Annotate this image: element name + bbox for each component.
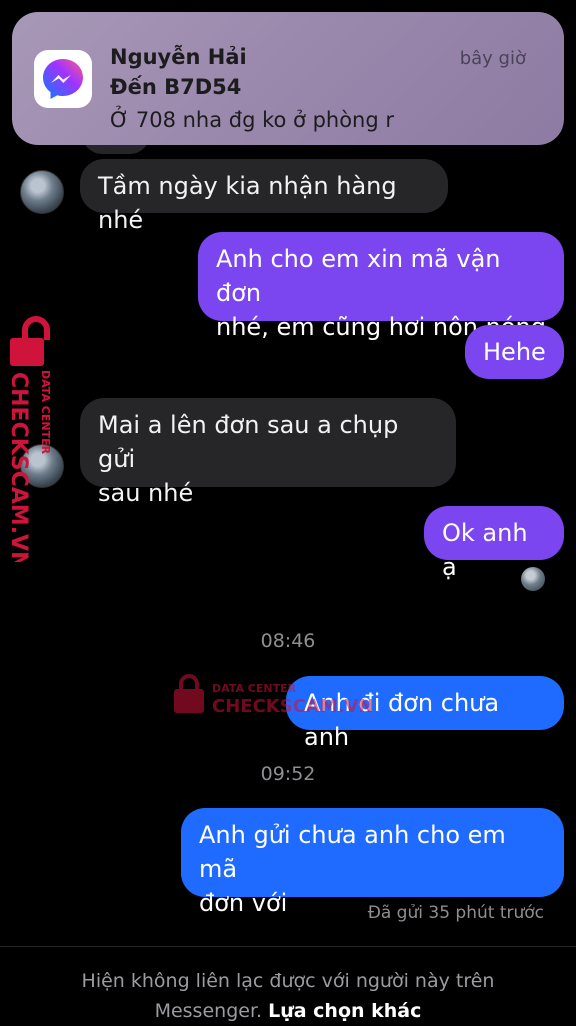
notification-sender: Nguyễn Hải (110, 45, 247, 69)
notification-time: bây giờ (459, 48, 526, 69)
message-outgoing[interactable]: Anh gửi chưa anh cho em mã đơn với (181, 808, 564, 917)
unavailable-notice: Hiện không liên lạc được với người này t… (0, 966, 576, 1026)
notification-recipient: Đến B7D54 (110, 75, 242, 99)
message-status: Đã gửi 35 phút trước (367, 903, 544, 923)
contact-avatar[interactable] (20, 444, 64, 488)
watermark-tag-text: DATA CENTER (212, 682, 297, 695)
notice-line: Messenger. (154, 1000, 263, 1022)
message-incoming[interactable]: Tầm ngày kia nhận hàng nhé (80, 159, 448, 234)
message-text: Tầm ngày kia nhận hàng nhé (98, 172, 397, 234)
notification-banner[interactable]: Nguyễn Hải Đến B7D54 Ở 708 nha đg ko ở p… (12, 12, 564, 145)
messenger-icon (34, 50, 92, 108)
message-text-line: sau nhé (98, 479, 194, 507)
timestamp: 08:46 (260, 630, 316, 652)
watermark-vertical: CHECKSCAM.VN DATA CENTER (4, 312, 74, 569)
watermark-tag-text: DATA CENTER (39, 370, 52, 455)
other-options-link[interactable]: Lựa chọn khác (268, 1000, 421, 1022)
read-receipt-avatar (521, 567, 545, 591)
notification-message: Ở 708 nha đg ko ở phòng r (110, 108, 395, 132)
message-outgoing[interactable]: Ok anh ạ (424, 506, 564, 581)
message-text-line: Anh gửi chưa anh cho em mã (199, 821, 506, 883)
message-text: Anh đi đơn chưa anh (304, 689, 500, 751)
message-text-line: Mai a lên đơn sau a chụp gửi (98, 411, 399, 473)
message-outgoing[interactable]: Anh đi đơn chưa anh (286, 676, 564, 751)
contact-avatar[interactable] (20, 170, 64, 214)
message-incoming[interactable]: Mai a lên đơn sau a chụp gửi sau nhé (80, 398, 456, 507)
message-text: Hehe (483, 338, 546, 366)
timestamp: 09:52 (260, 763, 316, 785)
message-text: Ok anh ạ (442, 519, 528, 581)
message-text-line: Anh cho em xin mã vận đơn (216, 245, 501, 307)
notice-line: Hiện không liên lạc được với người này t… (81, 970, 495, 992)
message-outgoing[interactable]: Anh cho em xin mã vận đơn nhé, em cũng h… (198, 232, 564, 341)
divider (0, 946, 576, 947)
message-outgoing[interactable]: Hehe (465, 325, 564, 379)
